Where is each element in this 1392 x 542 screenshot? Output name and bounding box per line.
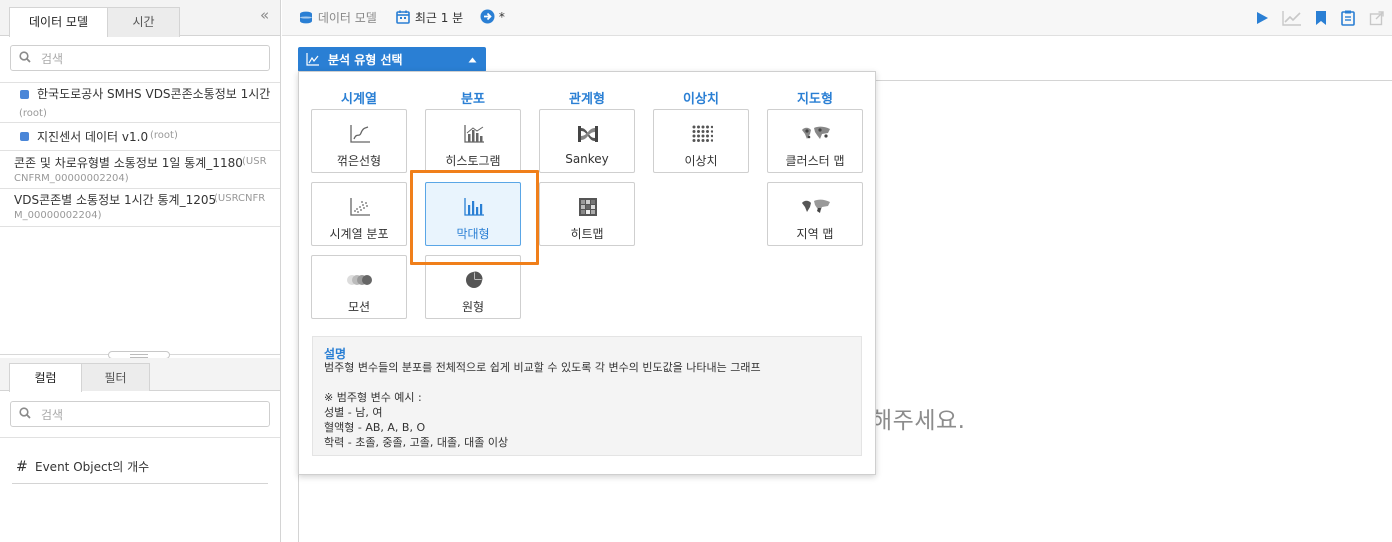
dot-grid-icon (692, 125, 713, 142)
tree-item[interactable]: VDS콘존별 소통정보 1시간 통계_1205 (USRCNFR M_00000… (0, 189, 280, 227)
histogram-icon (464, 125, 484, 143)
data-model-label: 데이터 모델 (317, 11, 377, 25)
tree-item[interactable]: 한국도로공사 SMHS VDS콘존소통정보 1시간 (root) (0, 82, 280, 123)
line-chart-icon (350, 125, 370, 143)
world-map-icon (802, 199, 830, 213)
tree-item-label: 콘존 및 차로유형별 소통정보 1일 통계_1180 (14, 156, 243, 170)
left-tabs: 데이터 모델 시간 « (0, 0, 280, 37)
run-arrow-button[interactable]: * (480, 9, 505, 24)
time-range-label: 최근 1 분 (414, 11, 464, 25)
tree-item-label: 지진센서 데이터 v1.0 (37, 130, 149, 144)
description-line: 성별 - 남, 여 (324, 406, 383, 419)
pie-chart-icon (466, 271, 483, 288)
card-cluster-map[interactable]: 클러스터 맵 (767, 109, 863, 173)
play-icon[interactable] (1254, 10, 1270, 26)
sankey-icon (578, 126, 598, 142)
tab-time[interactable]: 시간 (107, 7, 180, 37)
caret-up-icon (468, 57, 477, 63)
divider (0, 437, 280, 438)
calendar-icon (396, 10, 410, 24)
hash-icon: # (16, 459, 28, 475)
description-line: 학력 - 초졸, 중졸, 고졸, 대졸, 대졸 이상 (324, 436, 509, 449)
search-placeholder: 검색 (41, 52, 64, 66)
left-panel: 데이터 모델 시간 « 검색 한국도로공사 SMHS VDS콘존소통정보 1시간… (0, 0, 281, 542)
category-distribution: 분포 (461, 92, 485, 107)
card-label: 모션 (347, 300, 371, 314)
card-label: 히트맵 (570, 227, 604, 241)
tree-item-label: 한국도로공사 SMHS VDS콘존소통정보 1시간 (37, 87, 271, 101)
tree-item[interactable]: 콘존 및 차로유형별 소통정보 1일 통계_1180 (USR CNFRM_00… (0, 151, 280, 189)
tree-item-sub: (root) (150, 130, 178, 141)
chart-icon (306, 53, 319, 66)
description-line: ※ 범주형 변수 예시 : (324, 391, 422, 404)
tab-data-model[interactable]: 데이터 모델 (9, 7, 108, 37)
data-model-button[interactable]: 데이터 모델 (299, 9, 377, 26)
tree-item-sub: (USRCNFR (214, 193, 266, 204)
motion-icon (347, 275, 372, 285)
tree-item-sub: (USR (242, 156, 267, 167)
category-outlier: 이상치 (683, 92, 719, 107)
toolbar: 데이터 모델 최근 1 분 * (282, 0, 1392, 36)
tab-filter[interactable]: 필터 (81, 363, 150, 391)
app-window: 데이터 모델 시간 « 검색 한국도로공사 SMHS VDS콘존소통정보 1시간… (0, 0, 1392, 542)
category-map: 지도형 (797, 92, 833, 107)
column-label: Event Object의 개수 (35, 460, 150, 474)
share-icon (20, 90, 29, 99)
card-label: Sankey (565, 152, 609, 166)
tree-item[interactable]: 지진센서 데이터 v1.0 (root) (0, 124, 280, 151)
card-label: 클러스터 맵 (785, 154, 845, 168)
heatmap-icon (579, 198, 597, 216)
card-region-map[interactable]: 지역 맵 (767, 182, 863, 246)
database-icon (300, 11, 312, 24)
description-box: 설명 범주형 변수들의 분포를 전체적으로 쉽게 비교할 수 있도록 각 변수의… (312, 336, 862, 456)
card-label: 히스토그램 (445, 154, 501, 168)
report-icon[interactable] (1340, 10, 1356, 26)
canvas-placeholder-message: 해주세요. (871, 408, 966, 434)
tree-item-label: VDS콘존별 소통정보 1시간 통계_1205 (14, 193, 217, 207)
time-range-button[interactable]: 최근 1 분 (396, 9, 463, 26)
category-timeseries: 시계열 (341, 92, 377, 107)
search-icon (19, 51, 31, 63)
search-icon (19, 407, 31, 419)
arrow-right-circle-icon (480, 9, 495, 24)
bottom-tabs: 컬럼 필터 (0, 358, 280, 392)
card-motion[interactable]: 모션 (311, 255, 407, 319)
card-histogram[interactable]: 히스토그램 (425, 109, 521, 173)
world-map-icon (802, 126, 830, 139)
bookmark-icon[interactable] (1313, 10, 1329, 26)
unsaved-marker: * (498, 10, 505, 24)
analysis-type-label: 분석 유형 선택 (328, 53, 403, 67)
export-icon[interactable] (1369, 10, 1385, 26)
tab-columns[interactable]: 컬럼 (9, 363, 82, 392)
description-line: 범주형 변수들의 분포를 전체적으로 쉽게 비교할 수 있도록 각 변수의 빈도… (324, 361, 761, 374)
card-timeseries-distribution[interactable]: 시계열 분포 (311, 182, 407, 246)
card-label: 원형 (461, 300, 485, 314)
card-line-chart[interactable]: 꺾은선형 (311, 109, 407, 173)
description-line: 혈액형 - AB, A, B, O (324, 421, 426, 434)
tree-item-sub: M_00000002204) (14, 210, 102, 221)
model-search-input[interactable]: 검색 (10, 45, 270, 71)
card-heatmap[interactable]: 히트맵 (539, 182, 635, 246)
search-placeholder: 검색 (41, 408, 64, 422)
column-item[interactable]: # Event Object의 개수 (12, 455, 268, 484)
tree-item-sub: CNFRM_00000002204) (14, 173, 129, 184)
tree-item-sub: (root) (19, 108, 47, 119)
share-icon (20, 132, 29, 141)
card-label: 시계열 분포 (329, 227, 389, 241)
analysis-type-dropdown[interactable]: 분석 유형 선택 (298, 47, 486, 72)
line-chart-icon[interactable] (1282, 10, 1302, 26)
column-search-input[interactable]: 검색 (10, 401, 270, 427)
card-outlier[interactable]: 이상치 (653, 109, 749, 173)
collapse-icon[interactable]: « (260, 6, 269, 24)
selection-highlight (410, 170, 539, 265)
card-label: 지역 맵 (796, 227, 834, 241)
card-label: 꺾은선형 (336, 154, 382, 168)
card-sankey[interactable]: Sankey (539, 109, 635, 173)
category-relational: 관계형 (569, 92, 605, 107)
card-label: 이상치 (684, 154, 718, 168)
scatter-icon (350, 198, 370, 216)
